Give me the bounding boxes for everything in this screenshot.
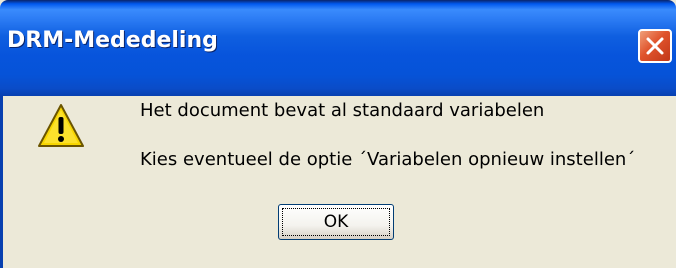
close-button[interactable] <box>638 29 672 63</box>
ok-button[interactable]: OK <box>278 204 394 240</box>
window-title: DRM-Mededeling <box>7 28 218 53</box>
ok-button-label: OK <box>282 208 390 236</box>
message-line-2: Kies eventueel de optie ´Variabelen opni… <box>140 149 636 170</box>
message-line-1: Het document bevat al standaard variabel… <box>140 100 545 121</box>
title-bar[interactable]: DRM-Mededeling <box>0 0 676 96</box>
close-icon <box>646 37 664 55</box>
message-dialog: DRM-Mededeling Het document bevat al sta… <box>0 0 676 268</box>
dialog-body <box>0 96 676 268</box>
warning-icon <box>38 104 84 147</box>
